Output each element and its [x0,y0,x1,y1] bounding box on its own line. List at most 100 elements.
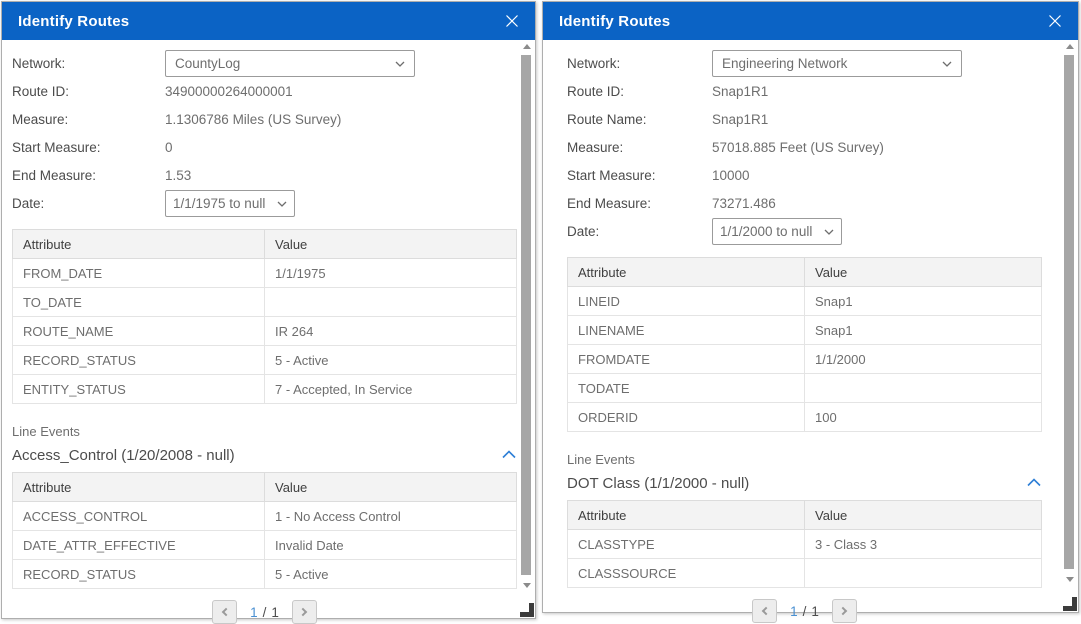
chevron-down-icon [824,229,834,235]
route-attribute-table-container: AttributeValueFROM_DATE1/1/1975TO_DATERO… [12,229,517,404]
chevron-up-icon [1027,478,1041,487]
table-header-row: AttributeValue [568,258,1042,287]
end-measure-value: 73271.486 [712,196,776,211]
table-row: ROUTE_NAMEIR 264 [13,317,517,346]
collapse-section-button[interactable] [501,444,517,466]
selected-option: CountyLog [175,56,240,71]
line-event-title: DOT Class (1/1/2000 - null) [567,475,749,492]
line-event-table-container: AttributeValueACCESS_CONTROL1 - No Acces… [12,472,517,589]
scrollbar[interactable] [1063,42,1076,582]
resize-grip[interactable] [1063,597,1077,611]
dialog-body: Network:CountyLogRoute ID:34900000264000… [2,40,535,618]
scroll-down-icon[interactable] [1066,577,1074,582]
start-measure-value: 0 [165,140,173,155]
scroll-up-icon[interactable] [1066,44,1074,49]
close-button[interactable] [502,11,522,31]
chevron-up-icon [502,450,516,459]
attribute-value-table: AttributeValueLINEIDSnap1LINENAMESnap1FR… [567,257,1042,432]
measure-value: 57018.885 Feet (US Survey) [712,140,884,155]
attribute-cell: LINENAME [568,316,805,345]
value-cell: 1/1/1975 [265,259,517,288]
table-row: DATE_ATTR_EFFECTIVEInvalid Date [13,531,517,560]
selected-option: Engineering Network [722,56,847,71]
route-id-value: Snap1R1 [712,84,768,99]
field-row-measure: Measure:57018.885 Feet (US Survey) [567,134,1042,161]
attribute-cell: DATE_ATTR_EFFECTIVE [13,531,265,560]
page-separator: / [263,605,267,620]
dialog-title: Identify Routes [559,13,670,30]
attribute-value-table: AttributeValueACCESS_CONTROL1 - No Acces… [12,472,517,589]
table-row: ENTITY_STATUS7 - Accepted, In Service [13,375,517,404]
network-select[interactable]: Engineering Network [712,50,962,77]
field-row-measure: Measure:1.1306786 Miles (US Survey) [12,106,517,133]
current-page: 1 [790,604,798,619]
table-row: ORDERID100 [568,403,1042,432]
field-label: Start Measure: [567,168,712,183]
end-measure-value: 1.53 [165,168,191,183]
dialog-header: Identify Routes [543,2,1078,40]
column-header-attribute: Attribute [13,230,265,259]
value-cell: Snap1 [805,316,1042,345]
scrollbar[interactable] [520,42,533,588]
attribute-cell: ENTITY_STATUS [13,375,265,404]
scroll-up-icon[interactable] [523,44,531,49]
field-row-network: Network:CountyLog [12,50,517,77]
identify-routes-dialog: Identify Routes Network: Engineering Netw… [542,1,1079,613]
value-cell: 7 - Accepted, In Service [265,375,517,404]
date-select[interactable]: 1/1/2000 to null [712,218,842,245]
close-icon [1047,13,1063,29]
dialog-body: Network:Engineering NetworkRoute ID:Snap… [543,40,1078,612]
previous-page-button[interactable] [752,599,777,623]
previous-page-button[interactable] [212,600,237,624]
attribute-value-table: AttributeValueFROM_DATE1/1/1975TO_DATERO… [12,229,517,404]
dialog-header: Identify Routes [2,2,535,40]
start-measure-value: 10000 [712,168,750,183]
date-select[interactable]: 1/1/1975 to null [165,190,295,217]
value-cell: 5 - Active [265,346,517,375]
attribute-cell: FROMDATE [568,345,805,374]
resize-grip[interactable] [520,603,534,617]
scrollbar-thumb[interactable] [1064,55,1074,569]
field-row-end-measure: End Measure:1.53 [12,162,517,189]
route-id-value: 34900000264000001 [165,84,293,99]
table-row: CLASSSOURCE [568,559,1042,588]
collapse-section-button[interactable] [1026,472,1042,494]
attribute-cell: ROUTE_NAME [13,317,265,346]
route-fields: Network:CountyLogRoute ID:34900000264000… [12,50,517,217]
column-header-value: Value [805,258,1042,287]
next-page-button[interactable] [832,599,857,623]
attribute-value-table: AttributeValueCLASSTYPE3 - Class 3CLASSS… [567,500,1042,588]
attribute-cell: CLASSTYPE [568,530,805,559]
line-event-title: Access_Control (1/20/2008 - null) [12,447,235,464]
close-icon [504,13,520,29]
pagination: 1 / 1 [567,599,1042,623]
table-header-row: AttributeValue [13,473,517,502]
field-label: End Measure: [567,196,712,211]
close-button[interactable] [1045,11,1065,31]
network-select[interactable]: CountyLog [165,50,415,77]
scrollbar-thumb[interactable] [521,55,531,575]
next-page-button[interactable] [292,600,317,624]
line-event-table-container: AttributeValueCLASSTYPE3 - Class 3CLASSS… [567,500,1042,588]
value-cell: Snap1 [805,287,1042,316]
selected-option: 1/1/1975 to null [173,196,265,211]
selected-option: 1/1/2000 to null [720,224,812,239]
column-header-attribute: Attribute [568,258,805,287]
field-label: Measure: [567,140,712,155]
field-label: Network: [567,56,712,71]
field-row-route-id: Route ID:34900000264000001 [12,78,517,105]
value-cell: 1 - No Access Control [265,502,517,531]
field-row-date: Date:1/1/2000 to null [567,218,1042,245]
attribute-cell: TO_DATE [13,288,265,317]
value-cell [265,288,517,317]
attribute-cell: ORDERID [568,403,805,432]
table-row: TO_DATE [13,288,517,317]
scroll-down-icon[interactable] [523,583,531,588]
value-cell [805,374,1042,403]
table-row: RECORD_STATUS5 - Active [13,346,517,375]
attribute-cell: ACCESS_CONTROL [13,502,265,531]
line-event-header: Access_Control (1/20/2008 - null) [12,444,517,466]
table-row: LINENAMESnap1 [568,316,1042,345]
table-row: CLASSTYPE3 - Class 3 [568,530,1042,559]
column-header-attribute: Attribute [568,501,805,530]
